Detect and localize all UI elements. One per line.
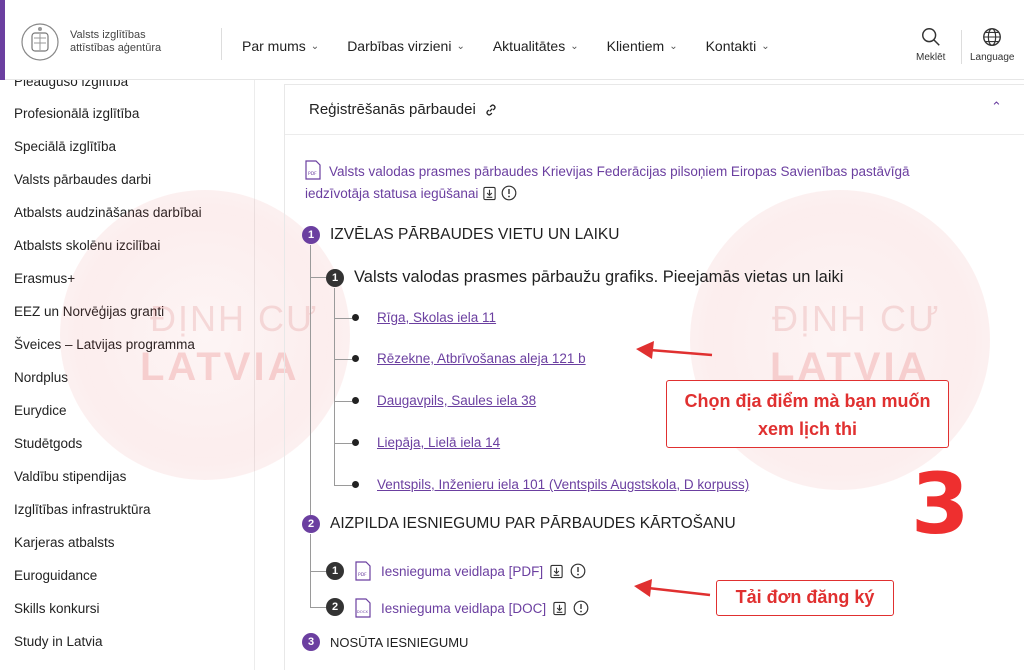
chevron-down-icon: ⌄ <box>310 40 320 52</box>
chevron-down-icon: ⌄ <box>456 40 465 52</box>
arrow-icon <box>634 579 711 597</box>
arrow-icon <box>636 341 713 359</box>
logo-text: Valsts izglītības attīstības aģentūra <box>70 29 162 54</box>
nav-klientiem[interactable]: Klientiem ⌄ <box>607 38 678 54</box>
agency-logo[interactable]: Valsts izglītības attīstības aģentūra <box>20 22 190 62</box>
annotation-callout: Chọn địa điểm mà bạn muốn xem lịch thi <box>666 380 949 448</box>
nav-aktualitates[interactable]: Aktualitātes ⌄ <box>493 38 579 54</box>
step-annotation-number: 3 <box>911 455 970 553</box>
nav-par-mums[interactable]: Par mums ⌄ <box>242 38 319 54</box>
globe-icon <box>983 28 1002 46</box>
search-icon <box>921 28 940 46</box>
search-button[interactable]: Meklēt <box>916 26 945 63</box>
nav-darbibas-virzieni[interactable]: Darbības virzieni ⌄ <box>347 38 465 54</box>
main-nav: Par mums ⌄ Darbības virzieni ⌄ Aktualitāte… <box>242 38 770 54</box>
annotation-callout: Tải đơn đăng ký <box>716 580 894 616</box>
language-button[interactable]: Language <box>970 26 1015 63</box>
header-accent-bar <box>0 0 5 80</box>
coat-of-arms-icon <box>21 23 59 61</box>
header-separator <box>961 30 962 64</box>
chevron-down-icon: ⌄ <box>669 40 678 52</box>
chevron-down-icon: ⌄ <box>570 40 579 52</box>
site-header: Valsts izglītības attīstības aģentūra Pa… <box>0 0 1024 80</box>
header-divider <box>221 28 222 60</box>
annotation-arrows <box>634 341 713 597</box>
chevron-down-icon: ⌄ <box>761 40 770 52</box>
nav-kontakti[interactable]: Kontakti ⌄ <box>706 38 770 54</box>
